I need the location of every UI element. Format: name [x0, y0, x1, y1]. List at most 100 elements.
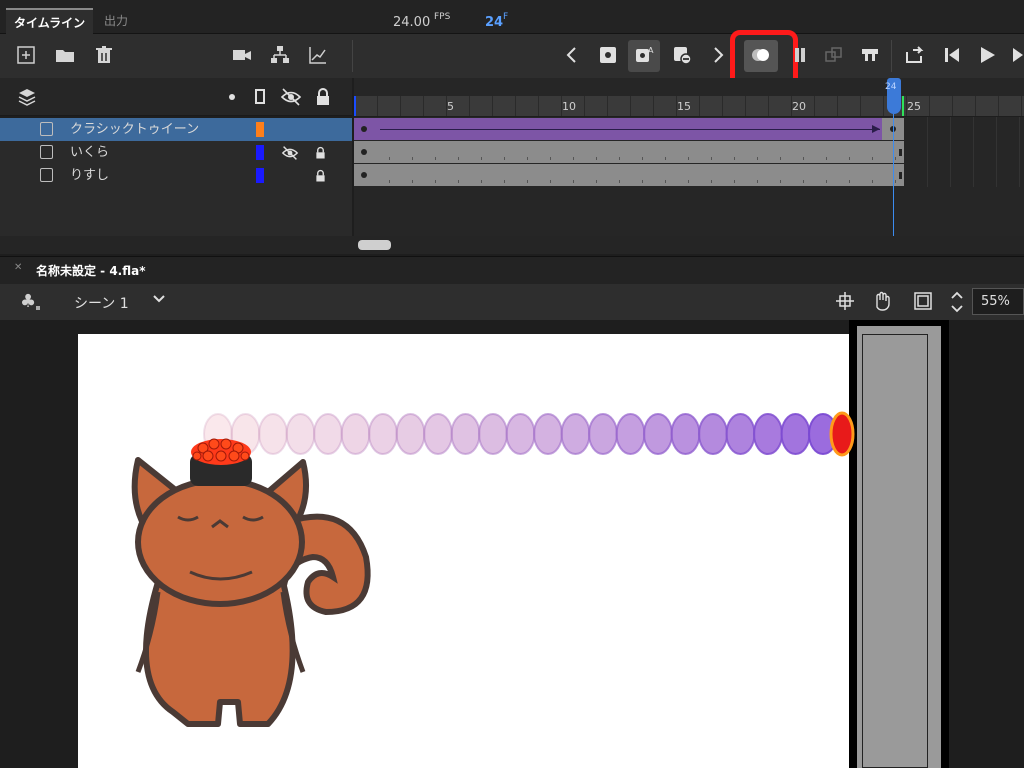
layer-name[interactable]: いくら [70, 141, 109, 164]
step-forward-icon[interactable] [1008, 43, 1024, 67]
layer-type-icon [40, 122, 53, 136]
current-frame-value[interactable]: 24 [485, 15, 503, 30]
ruler-tick [653, 96, 654, 116]
layer-row-risushi[interactable]: りすし [0, 164, 352, 187]
keyframe-dot[interactable] [361, 126, 367, 132]
frame-tick [780, 180, 781, 183]
frame-span-ikura[interactable] [354, 141, 904, 163]
new-folder-icon[interactable] [53, 43, 77, 67]
ruler-tick [860, 96, 861, 116]
frame-tick [642, 180, 643, 183]
toolbar-separator [352, 40, 353, 72]
keyframe-dot[interactable] [361, 172, 367, 178]
onion-skin-ghost [505, 413, 536, 455]
frame-unit: F [503, 12, 509, 22]
paste-icon[interactable] [822, 43, 846, 67]
insert-keyframe-icon[interactable] [596, 43, 620, 67]
offstage-object-border [862, 334, 928, 768]
frame-tick [872, 180, 873, 183]
frame-tick [895, 180, 896, 183]
ruler-label: 5 [447, 100, 454, 113]
layer-color-swatch[interactable] [256, 145, 264, 160]
svg-text:A: A [648, 46, 654, 55]
frame-tick [596, 180, 597, 183]
ruler-tick [883, 96, 884, 116]
frame-tick [481, 180, 482, 183]
zoom-input[interactable]: 55% [972, 288, 1024, 315]
ruler-tick [998, 96, 999, 116]
onion-skin-ghost [615, 413, 646, 455]
delete-icon[interactable] [92, 43, 116, 67]
onion-skin-ghost [780, 413, 811, 455]
frame-tick [757, 157, 758, 160]
current-ikura-object[interactable] [829, 411, 855, 457]
first-frame-icon[interactable] [902, 43, 926, 67]
layers-icon [17, 87, 37, 111]
fps-value[interactable]: 24.00 [393, 15, 430, 30]
keyframe-dot[interactable] [361, 149, 367, 155]
onion-skin-ghost [423, 413, 453, 455]
frame-tick [550, 157, 551, 160]
squirrel-illustration[interactable] [118, 432, 388, 732]
tab-output[interactable]: 出力 [96, 8, 136, 34]
layer-row-ikura[interactable]: いくら [0, 141, 352, 164]
frame-cell-divider [927, 117, 928, 187]
scene-icon-corner [36, 306, 40, 310]
layer-color-swatch[interactable] [256, 122, 264, 137]
onion-skin-ghost [670, 413, 701, 455]
frame-cell-divider [996, 117, 997, 187]
snap-crosshair-icon[interactable] [836, 292, 854, 314]
play-icon[interactable] [975, 43, 999, 67]
ruler-tick [492, 96, 493, 116]
frame-tick [642, 157, 643, 160]
layer-parenting-icon[interactable] [268, 43, 292, 67]
blank-keyframe-icon[interactable] [670, 43, 694, 67]
ruler-tick [768, 96, 769, 116]
hand-tool-icon[interactable] [872, 290, 894, 316]
frame-tick [458, 180, 459, 183]
show-all-dot-icon[interactable] [229, 94, 235, 100]
fit-stage-icon[interactable] [913, 291, 933, 315]
new-layer-icon[interactable] [14, 43, 38, 67]
ruler-tick [1021, 96, 1022, 116]
layer-row-classic-tween[interactable]: クラシックトゥイーン [0, 118, 352, 141]
ruler-tick [584, 96, 585, 116]
frame-tick [412, 180, 413, 183]
frame-tick [573, 180, 574, 183]
hide-all-eye-icon[interactable] [280, 87, 302, 111]
tween-arrowhead [872, 125, 880, 133]
prev-keyframe-icon[interactable] [560, 43, 584, 67]
frame-tick [872, 157, 873, 160]
graph-icon[interactable] [306, 43, 330, 67]
frame-cell-divider [1019, 117, 1020, 187]
tab-timeline[interactable]: タイムライン [6, 8, 94, 34]
frame-tick [688, 180, 689, 183]
frame-tick [757, 180, 758, 183]
frame-tick [803, 180, 804, 183]
document-title[interactable]: 名称未設定 - 4.fla* [36, 262, 146, 279]
onion-skin-ghost [753, 413, 783, 455]
zoom-stepper-icon[interactable] [950, 289, 964, 319]
layer-color-swatch[interactable] [256, 168, 264, 183]
loop-icon[interactable] [858, 43, 882, 67]
frame-tick [734, 180, 735, 183]
frame-tick [527, 180, 528, 183]
scene-label[interactable]: シーン 1 [74, 293, 129, 313]
chevron-down-icon[interactable] [152, 292, 166, 310]
horizontal-scrollbar[interactable] [358, 240, 391, 250]
edit-multiple-frames-icon[interactable] [790, 43, 814, 67]
outline-toggle-icon[interactable] [255, 89, 265, 104]
frame-tick [481, 157, 482, 160]
layer-name[interactable]: りすし [70, 164, 109, 187]
lock-all-icon[interactable] [315, 87, 331, 111]
camera-icon[interactable] [230, 43, 254, 67]
layer-name[interactable]: クラシックトゥイーン [70, 118, 199, 141]
step-back-icon[interactable] [940, 43, 964, 67]
frame-tick [412, 157, 413, 160]
next-keyframe-icon[interactable] [706, 43, 730, 67]
frame-span-risushi[interactable] [354, 164, 904, 186]
auto-keyframe-icon[interactable]: A [632, 43, 656, 67]
close-icon[interactable]: ✕ [14, 262, 22, 273]
frame-tick [389, 180, 390, 183]
scene-icon[interactable]: ♣ [20, 291, 36, 312]
